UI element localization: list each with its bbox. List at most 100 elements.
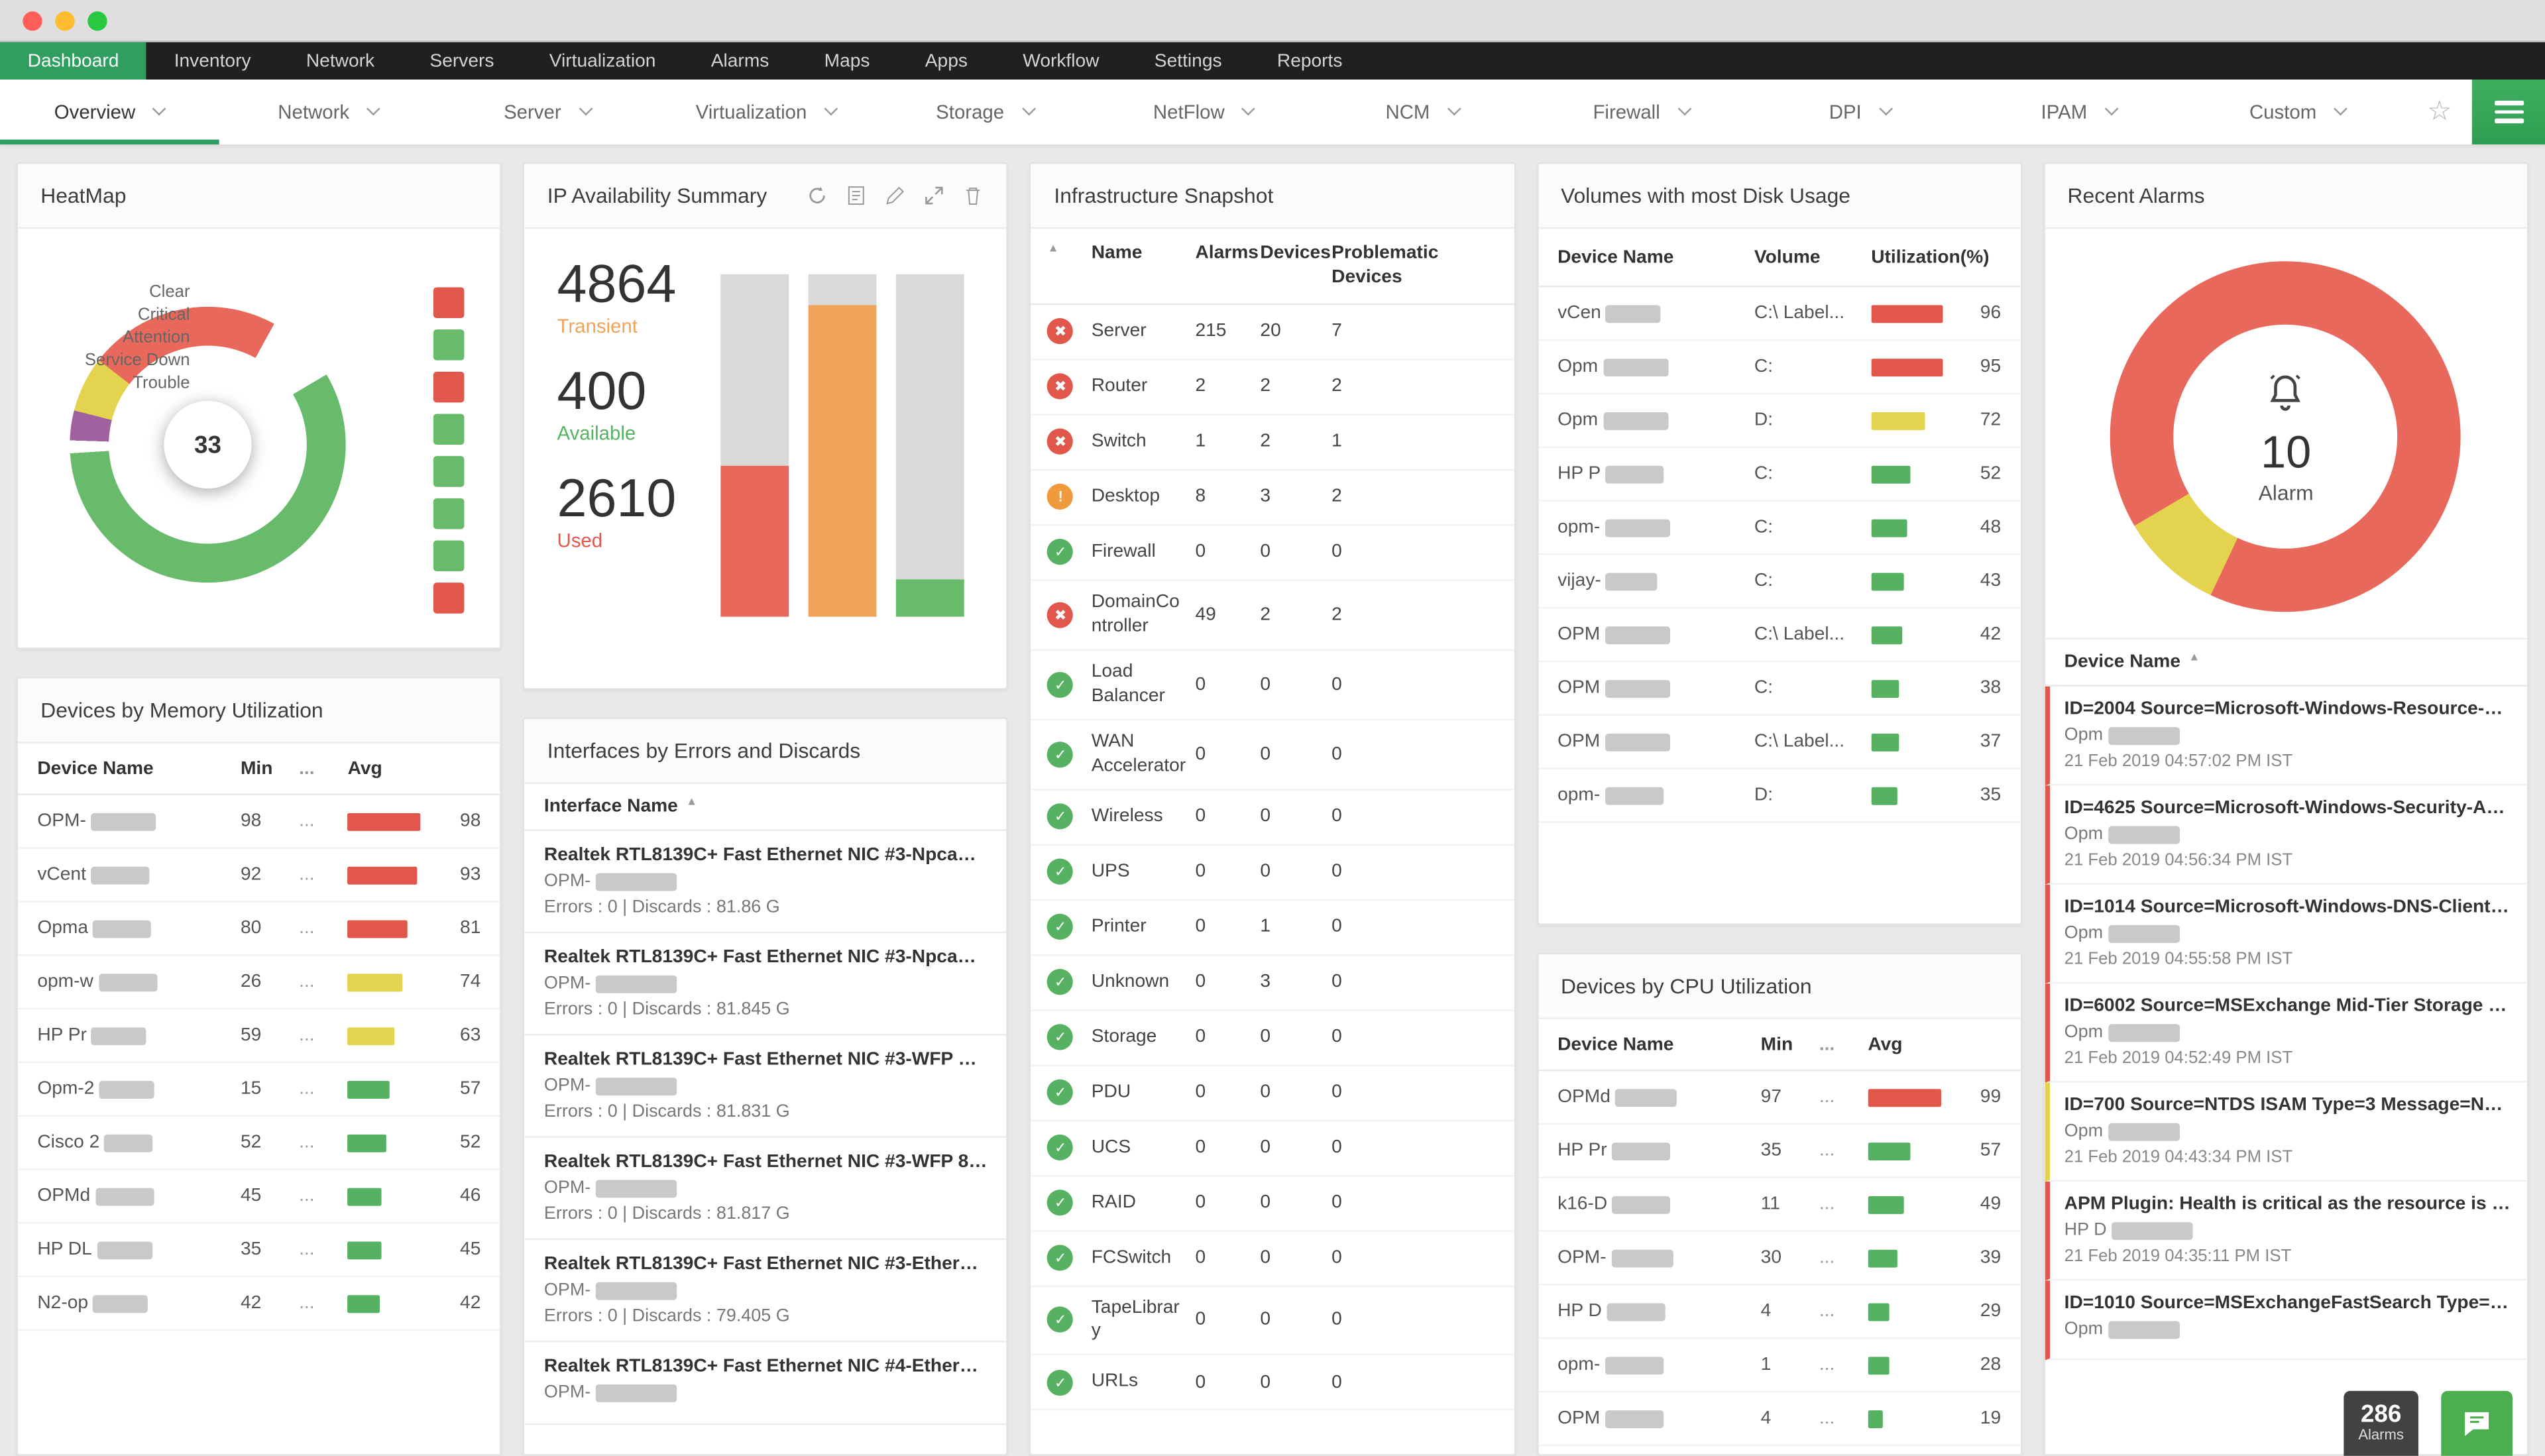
dashboard-menu-button[interactable] bbox=[2471, 80, 2545, 144]
column-header-problematic[interactable]: Problematic Devices bbox=[1331, 242, 1497, 290]
table-row[interactable]: OPM C:\ Label... 37 bbox=[1538, 716, 2021, 769]
chevron-down-icon[interactable] bbox=[1879, 101, 1893, 116]
dashboard-tab[interactable]: IPAM bbox=[1969, 80, 2188, 144]
heatmap-cell[interactable] bbox=[433, 287, 465, 319]
window-control-button[interactable] bbox=[55, 10, 75, 30]
chevron-down-icon[interactable] bbox=[1242, 101, 1256, 116]
table-row[interactable]: opm- C: 48 bbox=[1538, 502, 2021, 555]
dashboard-tab[interactable]: Firewall bbox=[1532, 80, 1750, 144]
table-row[interactable]: OPM- 98 ... 98 bbox=[17, 795, 500, 849]
stacked-bar[interactable] bbox=[896, 274, 965, 617]
column-header-device[interactable]: Device Name bbox=[37, 759, 241, 778]
interfaces-list-header[interactable]: Interface Name ▲ bbox=[524, 784, 1007, 831]
table-row[interactable]: ! Desktop 8 3 2 bbox=[1031, 471, 1514, 526]
dashboard-tab[interactable]: NetFlow bbox=[1094, 80, 1313, 144]
primary-nav-item[interactable]: Workflow bbox=[995, 42, 1127, 80]
chevron-down-icon[interactable] bbox=[367, 101, 381, 116]
table-row[interactable]: Opm D: 72 bbox=[1538, 394, 2021, 448]
table-row[interactable]: vCent 92 ... 93 bbox=[17, 849, 500, 903]
dashboard-tab[interactable]: Server bbox=[437, 80, 656, 144]
dashboard-tab[interactable]: Overview bbox=[0, 80, 219, 144]
table-row[interactable]: ✓ UPS 0 0 0 bbox=[1031, 845, 1514, 900]
table-row[interactable]: Cisco 2 52 ... 52 bbox=[17, 1117, 500, 1170]
table-row[interactable]: Opm C: 95 bbox=[1538, 341, 2021, 395]
dashboard-tab[interactable]: Storage bbox=[876, 80, 1094, 144]
dashboard-tab[interactable]: Virtualization bbox=[656, 80, 875, 144]
sort-asc-icon[interactable]: ▲ bbox=[2188, 652, 2200, 663]
primary-nav-item[interactable]: Maps bbox=[797, 42, 897, 80]
edit-icon[interactable] bbox=[885, 185, 907, 206]
alarms-list-header[interactable]: Device Name ▲ bbox=[2045, 638, 2528, 687]
table-row[interactable]: OPM C: 38 bbox=[1538, 662, 2021, 716]
chevron-down-icon[interactable] bbox=[824, 101, 838, 116]
table-row[interactable]: HP P C: 52 bbox=[1538, 448, 2021, 502]
list-item[interactable]: Realtek RTL8139C+ Fast Ethernet NIC #4-E… bbox=[524, 1342, 1007, 1426]
refresh-icon[interactable] bbox=[807, 185, 828, 206]
list-item[interactable]: Realtek RTL8139C+ Fast Ethernet NIC #3-W… bbox=[524, 1138, 1007, 1241]
report-icon[interactable] bbox=[846, 185, 868, 206]
table-row[interactable]: Opm-2 15 ... 57 bbox=[17, 1063, 500, 1117]
heatmap-cell[interactable] bbox=[433, 498, 465, 530]
expand-icon[interactable] bbox=[924, 185, 945, 206]
table-row[interactable]: HP DL 35 ... 45 bbox=[17, 1224, 500, 1278]
primary-nav-item[interactable]: Alarms bbox=[683, 42, 797, 80]
table-row[interactable]: opm-w 26 ... 74 bbox=[17, 956, 500, 1010]
chevron-down-icon[interactable] bbox=[1677, 101, 1691, 116]
dashboard-tab[interactable]: Custom bbox=[2188, 80, 2407, 144]
primary-nav-item[interactable]: Settings bbox=[1127, 42, 1249, 80]
chevron-down-icon[interactable] bbox=[2104, 101, 2119, 116]
table-row[interactable]: opm- 1 ... 28 bbox=[1538, 1339, 2021, 1393]
alarms-donut-chart[interactable]: 10 Alarm bbox=[2110, 261, 2461, 612]
table-row[interactable]: ✓ Unknown 0 3 0 bbox=[1031, 955, 1514, 1011]
sort-asc-icon[interactable]: ▲ bbox=[1048, 242, 1059, 256]
column-header-min[interactable]: Min bbox=[241, 759, 299, 778]
table-row[interactable]: ✓ Printer 0 1 0 bbox=[1031, 900, 1514, 956]
chevron-down-icon[interactable] bbox=[578, 101, 593, 116]
table-row[interactable]: vijay- C: 43 bbox=[1538, 555, 2021, 609]
primary-nav-item[interactable]: Apps bbox=[897, 42, 995, 80]
table-row[interactable]: OPMd 97 ... 99 bbox=[1538, 1071, 2021, 1125]
alarm-item[interactable]: ID=6002 Source=MSExchange Mid-Tier Stora… bbox=[2045, 983, 2528, 1083]
alarm-item[interactable]: ID=2004 Source=Microsoft-Windows-Resourc… bbox=[2045, 686, 2528, 786]
heatmap-cell[interactable] bbox=[433, 583, 465, 614]
stacked-bar[interactable] bbox=[809, 274, 877, 617]
list-item[interactable]: Realtek RTL8139C+ Fast Ethernet NIC #3-N… bbox=[524, 831, 1007, 934]
table-row[interactable]: ✓ RAID 0 0 0 bbox=[1031, 1176, 1514, 1231]
window-control-button[interactable] bbox=[23, 10, 42, 30]
column-header-utilization[interactable]: Utilization(%) bbox=[1871, 247, 2001, 266]
table-row[interactable]: ✓ Load Balancer 0 0 0 bbox=[1031, 650, 1514, 720]
stacked-bar[interactable] bbox=[721, 274, 790, 617]
table-row[interactable]: ✓ TapeLibrary 0 0 0 bbox=[1031, 1286, 1514, 1356]
favorite-star-icon[interactable]: ☆ bbox=[2407, 80, 2472, 144]
delete-icon[interactable] bbox=[963, 185, 984, 206]
heatmap-cell[interactable] bbox=[433, 371, 465, 403]
table-row[interactable]: ✓ FCSwitch 0 0 0 bbox=[1031, 1231, 1514, 1286]
table-row[interactable]: ✓ URLs 0 0 0 bbox=[1031, 1356, 1514, 1412]
table-row[interactable]: ✓ Firewall 0 0 0 bbox=[1031, 526, 1514, 581]
sort-asc-icon[interactable]: ▲ bbox=[686, 797, 697, 808]
table-row[interactable]: HP Pr 35 ... 57 bbox=[1538, 1125, 2021, 1178]
table-row[interactable]: vCen C:\ Label... 96 bbox=[1538, 287, 2021, 341]
table-row[interactable]: ✖ Router 2 2 2 bbox=[1031, 360, 1514, 416]
column-header-avg[interactable]: Avg bbox=[1868, 1035, 2001, 1054]
alarm-item[interactable]: ID=700 Source=NTDS ISAM Type=3 Message=N… bbox=[2045, 1082, 2528, 1182]
table-row[interactable]: N2-op 42 ... 42 bbox=[17, 1277, 500, 1331]
table-row[interactable]: ✓ WAN Accelerator 0 0 0 bbox=[1031, 720, 1514, 790]
primary-nav-item[interactable]: Reports bbox=[1249, 42, 1370, 80]
chevron-down-icon[interactable] bbox=[1447, 101, 1461, 116]
heatmap-cell[interactable] bbox=[433, 540, 465, 572]
primary-nav-item[interactable]: Inventory bbox=[146, 42, 278, 80]
list-item[interactable]: Realtek RTL8139C+ Fast Ethernet NIC #3-W… bbox=[524, 1035, 1007, 1138]
column-header-alarms[interactable]: Alarms bbox=[1195, 242, 1260, 290]
dashboard-tab[interactable]: Network bbox=[219, 80, 437, 144]
chevron-down-icon[interactable] bbox=[2334, 101, 2348, 116]
table-row[interactable]: opm- D: 35 bbox=[1538, 769, 2021, 823]
alarm-item[interactable]: ID=4625 Source=Microsoft-Windows-Securit… bbox=[2045, 785, 2528, 885]
primary-nav-item[interactable]: Servers bbox=[402, 42, 522, 80]
column-header-min[interactable]: Min bbox=[1761, 1035, 1819, 1054]
primary-nav-item[interactable]: Network bbox=[278, 42, 402, 80]
column-header-name[interactable]: Name bbox=[1092, 242, 1196, 290]
table-row[interactable]: ✖ Switch 1 2 1 bbox=[1031, 416, 1514, 471]
list-item[interactable]: Realtek RTL8139C+ Fast Ethernet NIC #3-N… bbox=[524, 933, 1007, 1036]
table-row[interactable]: ✓ PDU 0 0 0 bbox=[1031, 1066, 1514, 1121]
